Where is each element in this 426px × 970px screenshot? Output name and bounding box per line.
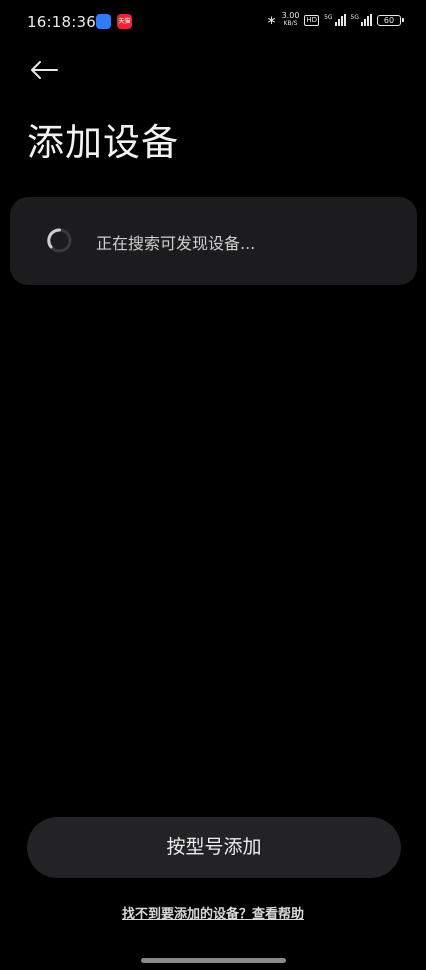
- notification-app-icon: [96, 14, 111, 29]
- add-by-model-button[interactable]: 按型号添加: [27, 817, 401, 878]
- back-arrow-icon: [31, 61, 58, 79]
- status-time: 16:18:36: [27, 13, 96, 31]
- signal-bar: [364, 19, 366, 26]
- signal-bar: [343, 14, 346, 26]
- signal-bar: [361, 22, 363, 26]
- signal-icon-sim1: 5G: [324, 14, 346, 26]
- screen: 16:18:36 天猫 ∗ 3.00 KB/S HD 5G 5G 60 添加设备…: [0, 0, 426, 970]
- signal-bar: [370, 14, 372, 26]
- back-button[interactable]: [22, 52, 66, 88]
- signal-bar: [340, 16, 343, 26]
- device-search-card: 正在搜索可发现设备...: [10, 197, 417, 285]
- network-speed-unit: KB/S: [283, 20, 298, 27]
- signal-bar: [337, 19, 340, 26]
- signal-1-label: 5G: [324, 14, 333, 21]
- status-icons: ∗ 3.00 KB/S HD 5G 5G 60: [267, 12, 404, 28]
- page-title: 添加设备: [27, 121, 179, 164]
- battery-icon: 60: [377, 14, 404, 26]
- network-speed: 3.00 KB/S: [282, 12, 300, 28]
- home-indicator[interactable]: [141, 958, 286, 963]
- hd-icon: HD: [304, 14, 320, 26]
- signal-icon-sim2: 5G: [351, 14, 372, 26]
- network-speed-value: 3.00: [281, 11, 300, 20]
- status-bar: 16:18:36 天猫 ∗ 3.00 KB/S HD 5G 5G 60: [0, 0, 426, 44]
- battery-level: 60: [377, 14, 401, 26]
- signal-bar: [334, 22, 337, 26]
- help-link[interactable]: 找不到要添加的设备？查看帮助: [0, 903, 426, 922]
- search-status-text: 正在搜索可发现设备...: [96, 234, 256, 253]
- tmall-notification-icon: 天猫: [117, 14, 132, 29]
- battery-tip: [402, 18, 404, 22]
- signal-2-label: 5G: [350, 14, 359, 21]
- signal-bar: [367, 16, 369, 26]
- bluetooth-icon: ∗: [266, 13, 277, 27]
- loading-spinner-icon: [47, 228, 72, 253]
